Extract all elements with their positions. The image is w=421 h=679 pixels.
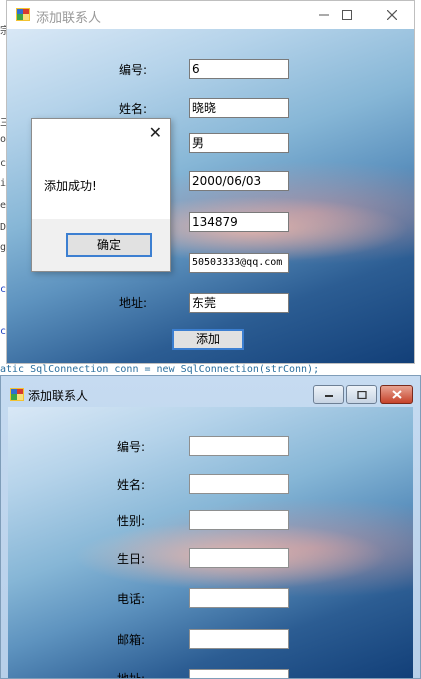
form-area: 编号: 姓名: 性别: 生日: 电话: 邮箱: 地址: <box>8 407 413 678</box>
phone-input[interactable] <box>189 588 289 608</box>
success-message-box: ✕ 添加成功! 确定 <box>31 118 171 272</box>
window-title: 添加联系人 <box>36 11 102 26</box>
gender-label: 性别: <box>117 514 146 528</box>
email-input[interactable] <box>189 629 289 649</box>
close-icon[interactable]: ✕ <box>149 123 162 142</box>
ok-button[interactable]: 确定 <box>66 233 152 257</box>
add-button[interactable]: 添加 <box>172 329 244 350</box>
id-input[interactable]: 6 <box>189 59 289 79</box>
gender-input[interactable]: 男 <box>189 133 289 153</box>
minimize-button[interactable] <box>313 385 344 404</box>
name-input[interactable] <box>189 474 289 494</box>
close-button[interactable] <box>380 385 413 404</box>
birthday-label: 生日: <box>117 552 146 566</box>
code-line: atic SqlConnection conn = new SqlConnect… <box>0 364 320 375</box>
phone-label: 电话: <box>117 592 146 606</box>
address-label: 地址: <box>117 672 146 679</box>
gender-input[interactable] <box>189 510 289 530</box>
id-input[interactable] <box>189 436 289 456</box>
title-bar[interactable]: 添加联系人 <box>7 1 414 29</box>
add-contact-window-empty: 添加联系人 编号: 姓名: 性别: 生日: 电话: 邮箱: 地址: <box>0 375 421 679</box>
app-icon <box>16 8 30 21</box>
close-button[interactable] <box>369 1 414 29</box>
name-label: 姓名: <box>119 102 148 116</box>
maximize-button[interactable] <box>324 1 370 29</box>
app-icon <box>10 388 24 401</box>
close-icon <box>391 390 402 399</box>
id-label: 编号: <box>119 63 148 77</box>
maximize-icon <box>356 390 367 399</box>
email-input[interactable]: 50503333@qq.com <box>189 253 289 273</box>
address-label: 地址: <box>119 296 148 310</box>
window-title: 添加联系人 <box>28 389 89 403</box>
address-input[interactable] <box>189 669 289 678</box>
id-label: 编号: <box>117 440 146 454</box>
maximize-button[interactable] <box>346 385 377 404</box>
minimize-icon <box>324 394 333 397</box>
email-label: 邮箱: <box>117 633 146 647</box>
name-input[interactable]: 晓晓 <box>189 98 289 118</box>
close-icon <box>387 10 397 20</box>
phone-input[interactable]: 134879 <box>189 212 289 232</box>
name-label: 姓名: <box>117 478 146 492</box>
address-input[interactable]: 东莞 <box>189 293 289 313</box>
maximize-icon <box>342 10 352 20</box>
birthday-input[interactable] <box>189 548 289 568</box>
message-box-footer: 确定 <box>32 219 170 271</box>
birthday-input[interactable]: 2000/06/03 <box>189 171 289 191</box>
success-message: 添加成功! <box>44 179 97 193</box>
